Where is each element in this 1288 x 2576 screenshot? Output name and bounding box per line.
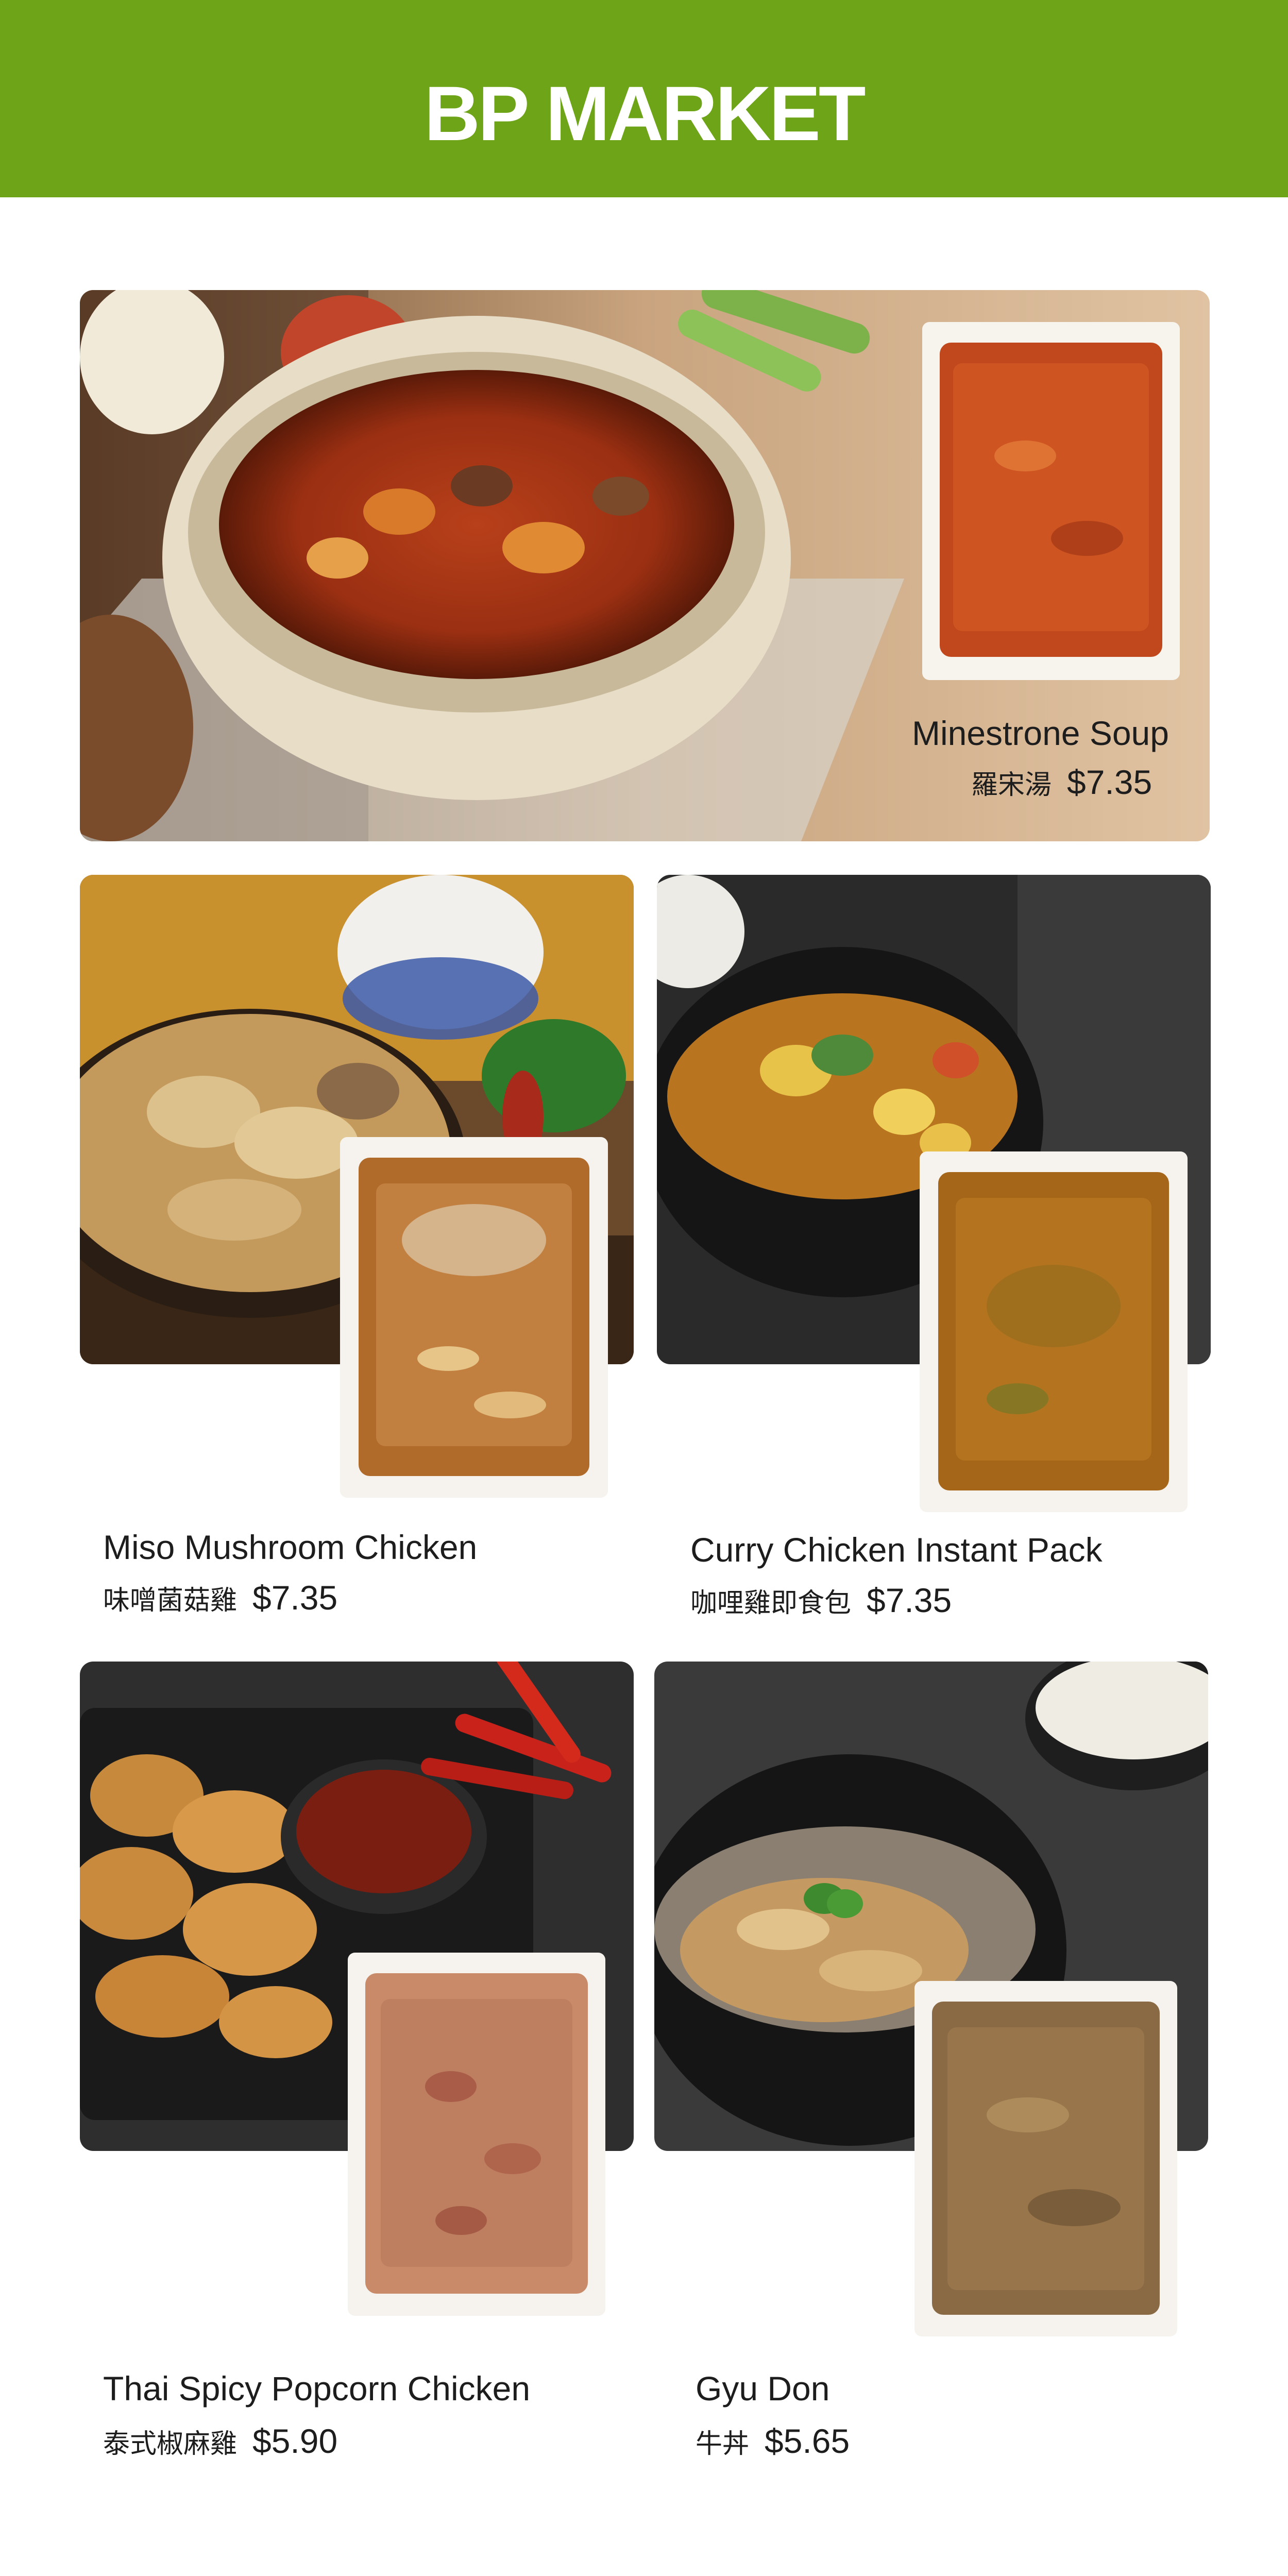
brand-logo: BP MARKET	[424, 70, 866, 157]
product-name-chinese: 牛丼	[696, 2429, 750, 2460]
product-pack-thai-popcorn-chicken	[348, 1953, 605, 2316]
product-price: $5.90	[252, 2422, 338, 2460]
product-pack-minestrone	[922, 322, 1180, 680]
product-name-chinese: 味噌菌菇雞	[103, 1585, 238, 1616]
product-name: Curry Chicken Instant Pack	[690, 1531, 1103, 1569]
product-name: Thai Spicy Popcorn Chicken	[103, 2369, 531, 2408]
product-price: $7.35	[252, 1579, 338, 1617]
product-price-line: 泰式椒麻雞 $5.90	[103, 2421, 337, 2461]
product-price-line: 羅宋湯 $7.35	[971, 762, 1152, 802]
product-price-line: 咖哩雞即食包 $7.35	[690, 1581, 952, 1620]
header-bar: BP MARKET	[0, 0, 1288, 197]
product-name-chinese: 咖哩雞即食包	[690, 1588, 852, 1619]
product-price-line: 味噌菌菇雞 $7.35	[103, 1578, 337, 1617]
product-name: Miso Mushroom Chicken	[103, 1528, 478, 1566]
product-price: $7.35	[1067, 763, 1153, 801]
product-name-chinese: 泰式椒麻雞	[103, 2429, 238, 2460]
product-price: $5.65	[765, 2422, 850, 2460]
product-name: Minestrone Soup	[912, 714, 1169, 752]
product-price: $7.35	[867, 1581, 952, 1619]
product-pack-miso-chicken	[340, 1137, 608, 1498]
product-name: Gyu Don	[696, 2369, 830, 2408]
product-pack-curry-chicken	[920, 1151, 1188, 1512]
product-name-chinese: 羅宋湯	[971, 770, 1052, 801]
product-pack-gyu-don	[914, 1981, 1177, 2336]
product-price-line: 牛丼 $5.65	[696, 2421, 850, 2461]
